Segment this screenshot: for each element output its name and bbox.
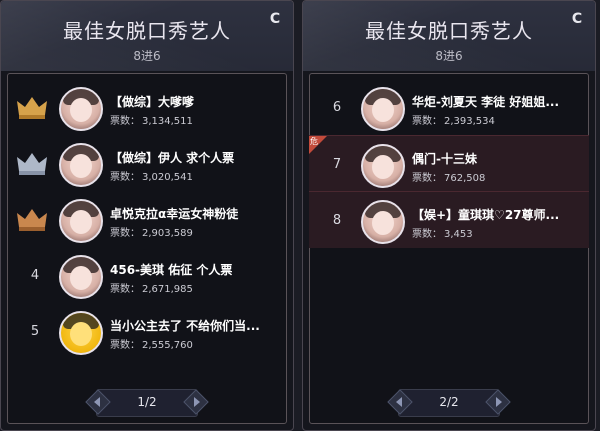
avatar [59, 199, 103, 243]
ranking-row[interactable]: 危 7 偶门-十三妹 票数： 762,508 [309, 135, 589, 192]
panel-subtitle: 8进6 [435, 49, 463, 63]
votes-text: 票数： 3,020,541 [110, 168, 277, 183]
artist-name: 偶门-十三妹 [412, 152, 477, 166]
votes-label: 票数： [110, 284, 140, 295]
votes-text: 票数： 2,903,589 [110, 224, 277, 239]
artist-name: 当小公主去了 不给你们当... [110, 319, 260, 333]
votes-count: 2,555,760 [142, 340, 193, 351]
votes-count: 762,508 [444, 173, 486, 184]
crown-icon [17, 209, 47, 231]
votes-count: 2,903,589 [142, 228, 193, 239]
votes-count: 2,671,985 [142, 284, 193, 295]
votes-label: 票数： [412, 173, 442, 184]
artist-name: 【娱+】童琪琪♡27尊师... [412, 208, 560, 222]
panel-header: 最佳女脱口秀艺人 8进6 C [1, 1, 293, 71]
artist-name: 【做综】伊人 求个人票 [110, 151, 235, 165]
ranking-panel-left: 最佳女脱口秀艺人 8进6 C 【做综】大嗲嗲 票数： 3,134,511 【做综】… [0, 0, 294, 431]
votes-text: 票数： 2,671,985 [110, 280, 277, 295]
pagination: 1/2 [1, 388, 293, 418]
chevron-right-icon[interactable] [485, 389, 511, 415]
votes-count: 2,393,534 [444, 116, 495, 127]
ranking-row[interactable]: 卓悦克拉α幸运女神粉徒 票数： 2,903,589 [7, 191, 287, 247]
pagination-bar: 1/2 [85, 389, 209, 417]
rank-number: 5 [30, 323, 40, 339]
artist-name: 卓悦克拉α幸运女神粉徒 [110, 207, 239, 221]
votes-label: 票数： [412, 116, 442, 127]
votes-text: 票数： 3,134,511 [110, 112, 277, 127]
crown-icon [17, 97, 47, 119]
ranking-row[interactable]: 8 【娱+】童琪琪♡27尊师... 票数： 3,453 [309, 191, 589, 248]
page-indicator: 1/2 [137, 395, 157, 409]
pagination: 2/2 [303, 388, 595, 418]
rank-number: 7 [332, 156, 342, 172]
votes-label: 票数： [110, 228, 140, 239]
votes-text: 票数： 762,508 [412, 169, 579, 184]
votes-text: 票数： 3,453 [412, 225, 579, 240]
panel-header: 最佳女脱口秀艺人 8进6 C [303, 1, 595, 71]
avatar [361, 144, 405, 188]
ranking-row[interactable]: 5 当小公主去了 不给你们当... 票数： 2,555,760 [7, 303, 287, 359]
pagination-bar: 2/2 [387, 389, 511, 417]
avatar [361, 200, 405, 244]
artist-name: 456-美琪 佑征 个人票 [110, 263, 233, 277]
votes-label: 票数： [110, 340, 140, 351]
artist-name: 【做综】大嗲嗲 [110, 95, 195, 109]
refresh-icon[interactable]: C [569, 11, 585, 27]
avatar [59, 143, 103, 187]
panel-title: 最佳女脱口秀艺人 [63, 19, 231, 43]
avatar [361, 87, 405, 131]
votes-label: 票数： [110, 172, 140, 183]
votes-count: 3,020,541 [142, 172, 193, 183]
ranking-row[interactable]: 【做综】伊人 求个人票 票数： 3,020,541 [7, 135, 287, 191]
votes-text: 票数： 2,393,534 [412, 112, 579, 127]
ranking-panel-right: 最佳女脱口秀艺人 8进6 C 6 华炬-刘夏天 李徒 好姐姐... 票数： 2,3… [302, 0, 596, 431]
rank-number: 8 [332, 212, 342, 228]
page-indicator: 2/2 [439, 395, 459, 409]
votes-count: 3,453 [444, 229, 473, 240]
rank-number: 4 [30, 267, 40, 283]
danger-badge-text: 危 [310, 137, 318, 146]
votes-text: 票数： 2,555,760 [110, 336, 277, 351]
ranking-row[interactable]: 4 456-美琪 佑征 个人票 票数： 2,671,985 [7, 247, 287, 303]
rank-number: 6 [332, 99, 342, 115]
avatar [59, 87, 103, 131]
chevron-right-icon[interactable] [183, 389, 209, 415]
votes-label: 票数： [110, 116, 140, 127]
crown-icon [17, 153, 47, 175]
avatar [59, 311, 103, 355]
votes-label: 票数： [412, 229, 442, 240]
panel-subtitle: 8进6 [133, 49, 161, 63]
panel-title: 最佳女脱口秀艺人 [365, 19, 533, 43]
votes-count: 3,134,511 [142, 116, 193, 127]
avatar [59, 255, 103, 299]
artist-name: 华炬-刘夏天 李徒 好姐姐... [412, 95, 560, 109]
refresh-icon[interactable]: C [267, 11, 283, 27]
ranking-row[interactable]: 6 华炬-刘夏天 李徒 好姐姐... 票数： 2,393,534 [309, 79, 589, 135]
ranking-row[interactable]: 【做综】大嗲嗲 票数： 3,134,511 [7, 79, 287, 135]
